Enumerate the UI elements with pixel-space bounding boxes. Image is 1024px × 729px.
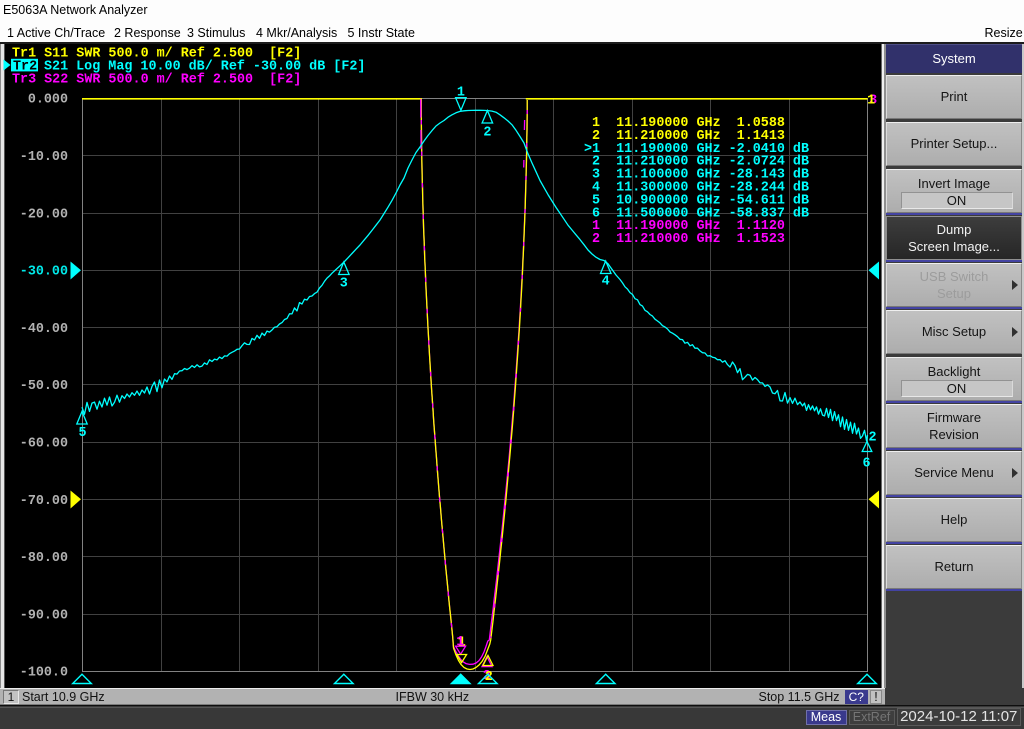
svg-text:2: 2 [483,125,491,140]
svg-text:2: 2 [868,430,876,445]
svg-text:5: 5 [78,426,86,441]
svg-text:Tr3 S22 SWR 500.0 m/ Ref 2.500: Tr3 S22 SWR 500.0 m/ Ref 2.500 [F2] [12,72,301,87]
svg-text:-20.00: -20.00 [20,207,68,222]
svg-text:-40.00: -40.00 [20,322,68,337]
svg-text:1: 1 [457,85,465,100]
svg-text:-70.00: -70.00 [20,494,68,509]
svg-text:-90.00: -90.00 [20,608,68,623]
svg-text:6: 6 [862,456,870,471]
svg-text:-30.00: -30.00 [20,265,68,280]
svg-text:-100.0: -100.0 [20,666,68,681]
svg-text:2 11.210000 GHz 1.1523: 2 11.210000 GHz 1.1523 [584,232,785,247]
svg-text:-80.00: -80.00 [20,551,68,566]
svg-text:-50.00: -50.00 [20,379,68,394]
svg-text:4: 4 [602,275,610,290]
svg-text:-10.00: -10.00 [20,150,68,165]
svg-text:1: 1 [456,635,464,650]
svg-text:3: 3 [340,277,348,292]
svg-text:-60.00: -60.00 [20,437,68,452]
svg-text:0.000: 0.000 [28,93,68,108]
svg-text:1: 1 [867,93,875,108]
